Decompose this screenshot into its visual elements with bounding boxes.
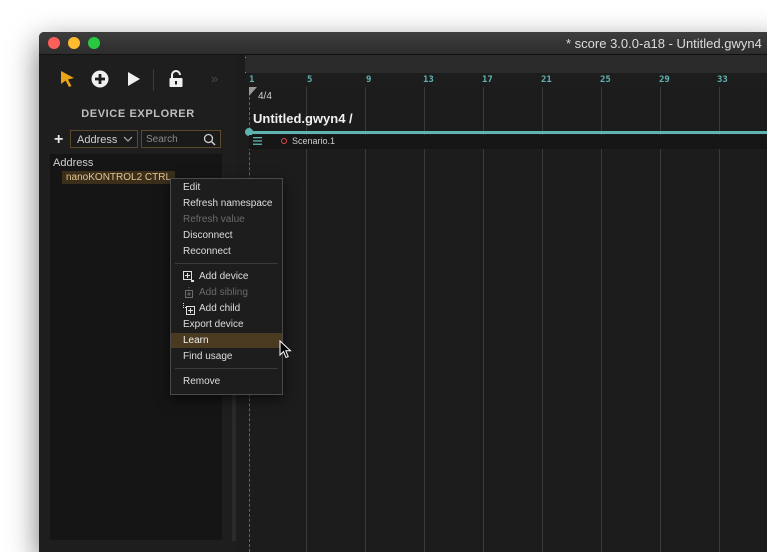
create-tool-button[interactable] xyxy=(90,69,110,89)
device-explorer-title: DEVICE EXPLORER xyxy=(81,108,195,120)
toolbar-divider xyxy=(153,69,154,91)
grid-line xyxy=(424,87,425,552)
grid-line xyxy=(660,87,661,552)
ruler-tick-label: 1 xyxy=(249,75,255,85)
add-device-button[interactable]: + xyxy=(54,131,63,149)
mouse-pointer-icon xyxy=(279,340,292,359)
menu-item-add-sibling: Add sibling xyxy=(171,285,282,300)
interval-title: Untitled.gwyn4 / xyxy=(253,111,353,126)
plus-circle-icon xyxy=(91,70,109,88)
search-icon xyxy=(203,133,216,146)
lock-tool-button[interactable] xyxy=(166,69,186,89)
timeline-top-strip xyxy=(245,55,767,73)
menu-item-refresh-value: Refresh value xyxy=(183,214,245,225)
time-signature[interactable]: 4/4 xyxy=(258,91,272,102)
search-input[interactable] xyxy=(146,131,200,147)
ruler-tick-label: 33 xyxy=(717,75,728,85)
grid-line xyxy=(483,87,484,552)
menu-item-add-child[interactable]: Add child xyxy=(171,301,282,316)
context-menu: Edit Refresh namespace Refresh value Dis… xyxy=(170,178,283,395)
ruler-tick-label: 29 xyxy=(659,75,670,85)
play-tool-button[interactable] xyxy=(123,69,143,89)
menu-item-reconnect[interactable]: Reconnect xyxy=(171,244,282,259)
app-window: * score 3.0.0-a18 - Untitled.gwyn4 » DEV… xyxy=(39,32,767,552)
tool-bar: » xyxy=(39,55,237,101)
window-title: * score 3.0.0-a18 - Untitled.gwyn4 xyxy=(566,36,762,51)
menu-item-disconnect[interactable]: Disconnect xyxy=(171,228,282,243)
menu-item-add-device[interactable]: Add device xyxy=(171,269,282,284)
play-icon xyxy=(128,72,140,86)
select-tool-button[interactable] xyxy=(58,69,78,89)
add-sibling-icon xyxy=(185,287,193,298)
search-field[interactable] xyxy=(141,130,221,148)
hamburger-menu-icon[interactable] xyxy=(253,136,263,146)
menu-separator xyxy=(175,368,278,369)
arrow-cursor-icon xyxy=(61,71,74,87)
menu-item-edit[interactable]: Edit xyxy=(171,180,282,195)
menu-item-refresh-namespace[interactable]: Refresh namespace xyxy=(171,196,282,211)
time-ruler[interactable]: 1 5 9 13 17 21 25 29 33 xyxy=(245,73,767,87)
address-select-value: Address xyxy=(77,134,118,146)
title-bar: * score 3.0.0-a18 - Untitled.gwyn4 xyxy=(39,32,767,55)
close-window-button[interactable] xyxy=(48,37,60,49)
menu-item-learn[interactable]: Learn xyxy=(171,333,282,348)
ruler-tick-label: 21 xyxy=(541,75,552,85)
menu-item-remove[interactable]: Remove xyxy=(171,374,282,389)
ruler-tick-label: 9 xyxy=(366,75,372,85)
time-signature-marker[interactable] xyxy=(249,87,257,96)
tree-column-header: Address xyxy=(53,157,94,169)
chevron-down-icon xyxy=(123,136,133,142)
add-child-icon xyxy=(183,303,195,315)
timeline-corner-marker xyxy=(245,57,246,73)
scenario-label: Scenario.1 xyxy=(292,136,336,146)
scenario-state-icon xyxy=(281,138,287,144)
ruler-tick-label: 13 xyxy=(423,75,434,85)
grid-line xyxy=(601,87,602,552)
grid-line xyxy=(365,87,366,552)
scenario-header[interactable]: Scenario.1 xyxy=(249,135,767,149)
add-device-icon xyxy=(183,271,194,282)
score-timeline[interactable]: 1 5 9 13 17 21 25 29 33 4/4 Untitled.gwy… xyxy=(245,55,767,552)
address-column-select[interactable]: Address xyxy=(70,130,138,148)
minimize-window-button[interactable] xyxy=(68,37,80,49)
ruler-tick-label: 17 xyxy=(482,75,493,85)
unlock-icon xyxy=(169,70,183,87)
interval-bar[interactable] xyxy=(249,131,767,134)
toolbar-overflow-button[interactable]: » xyxy=(211,71,218,86)
ruler-tick-label: 25 xyxy=(600,75,611,85)
menu-item-export-device[interactable]: Export device xyxy=(171,317,282,332)
grid-line xyxy=(719,87,720,552)
grid-line xyxy=(306,87,307,552)
ruler-tick-label: 5 xyxy=(307,75,313,85)
menu-item-find-usage[interactable]: Find usage xyxy=(171,349,282,364)
menu-separator xyxy=(175,263,278,264)
tree-item-device[interactable]: nanoKONTROL2 CTRL xyxy=(62,171,176,184)
maximize-window-button[interactable] xyxy=(88,37,100,49)
grid-line xyxy=(542,87,543,552)
